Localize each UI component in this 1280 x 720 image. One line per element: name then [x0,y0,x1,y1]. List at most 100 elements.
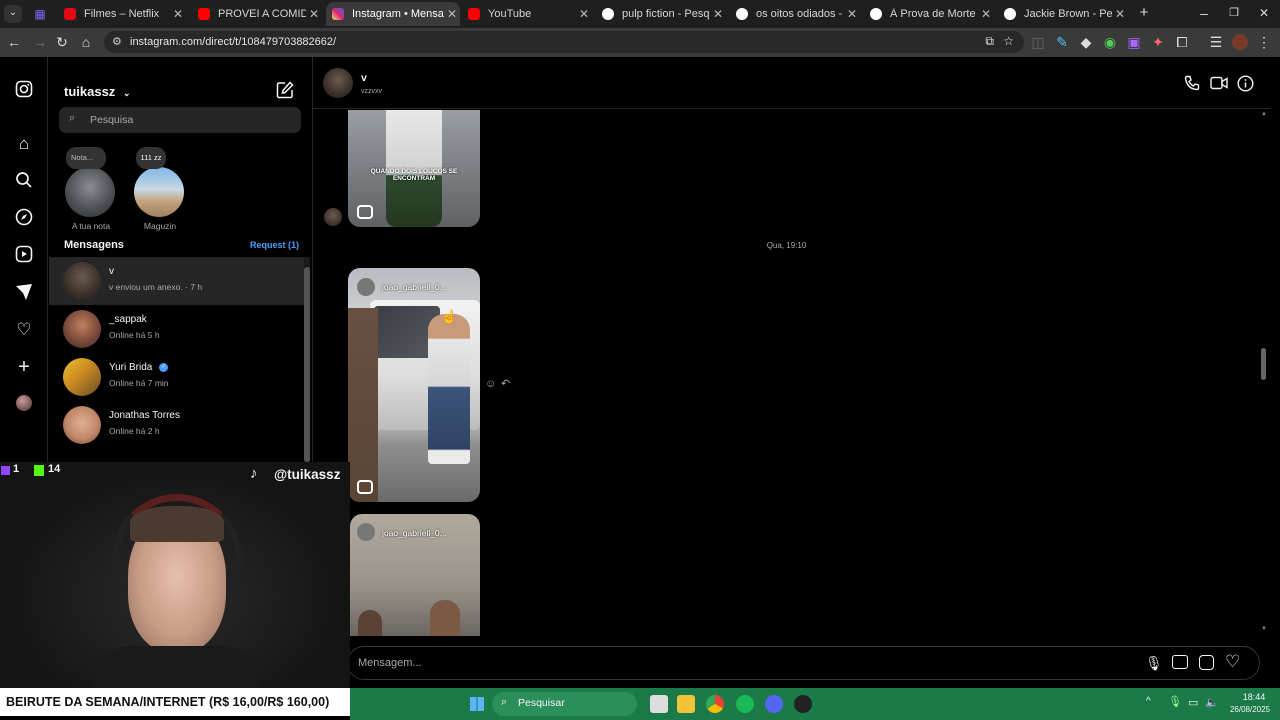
phone-call-icon[interactable] [1184,75,1202,93]
profile-avatar[interactable] [16,395,32,411]
extension-icon[interactable]: ▦ [32,6,48,22]
conversation-item[interactable]: Jonathas Torres Online há 2 h [49,401,305,449]
tab-google-oitos[interactable]: os oitos odiados - Pesqu ✕ [730,2,860,26]
image-icon[interactable] [1172,655,1188,669]
extensions-puzzle-icon[interactable]: ⧠ [1174,34,1190,50]
sticker-icon[interactable] [1199,655,1214,670]
scrollbar-thumb[interactable] [304,267,310,462]
instagram-logo-icon[interactable] [14,80,34,100]
contact-avatar[interactable] [323,68,353,98]
file-explorer-icon[interactable] [677,695,695,713]
tab-title: Instagram • Mensagens [352,8,444,20]
new-message-icon[interactable] [276,81,294,99]
note-maguzin[interactable]: 111 zz Maguzin [132,145,188,231]
conversation-item[interactable]: Yuri Brida ✓ Online há 7 min [49,353,305,401]
forward-icon[interactable]: → [32,34,48,50]
start-windows-icon[interactable] [470,697,484,711]
reply-icon[interactable]: ↶ [501,377,510,390]
close-icon[interactable]: ✕ [306,7,322,21]
close-icon[interactable]: ✕ [1112,7,1128,21]
home-icon[interactable]: ⌂ [14,134,34,154]
task-view-icon[interactable] [650,695,668,713]
chat-scrollbar[interactable]: ▲ ▼ [1258,110,1270,635]
microphone-tray-icon[interactable]: 🎙 [1168,695,1182,708]
chrome-icon[interactable] [706,695,724,713]
conversation-item[interactable]: v v enviou um anexo. · 7 h [49,257,305,305]
home-icon[interactable]: ⌂ [78,34,94,50]
restore-icon[interactable]: ❐ [1226,5,1242,21]
conversation-name: v [109,266,114,277]
close-icon[interactable]: ✕ [576,7,592,21]
contact-name[interactable]: v [361,72,367,84]
shared-reel[interactable]: QUANDO DOIS LOUCOS SE ENCONTRAM [348,110,480,227]
scroll-up-icon[interactable]: ▲ [1261,111,1267,117]
spotify-icon[interactable] [736,695,754,713]
create-icon[interactable]: + [14,357,34,377]
back-icon[interactable]: ← [6,34,22,50]
tab-google-pulp[interactable]: pulp fiction - Pesquisa G ✕ [596,2,726,26]
close-icon[interactable]: ✕ [710,7,726,21]
account-switcher[interactable]: tuikassz ⌄ [64,84,130,99]
menu-icon[interactable]: ⋮ [1256,34,1272,50]
volume-icon[interactable]: 🔈 [1205,696,1219,709]
url-field[interactable]: ⚙ instagram.com/direct/t/108479703882662… [104,31,1024,53]
notifications-heart-icon[interactable]: ♡ [14,320,34,340]
scroll-down-icon[interactable]: ▼ [1261,626,1267,632]
minimize-icon[interactable]: – [1196,5,1212,21]
extension-icon[interactable]: ✎ [1054,34,1070,50]
scrollbar[interactable] [304,257,310,462]
info-icon[interactable] [1237,75,1254,92]
react-icon[interactable]: ☺ [485,378,496,390]
extension-icon[interactable]: ✦ [1150,34,1166,50]
microphone-icon[interactable]: 🎙 [1145,655,1163,672]
note-own[interactable]: Nota... A tua nota [63,145,119,231]
close-icon[interactable]: ✕ [444,7,460,21]
close-icon[interactable]: ✕ [978,7,994,21]
tab-google-jackie[interactable]: Jackie Brown - Pesquisa ✕ [998,2,1128,26]
close-icon[interactable]: ✕ [170,7,186,21]
explore-icon[interactable] [14,208,34,228]
tab-netflix[interactable]: Filmes – Netflix ✕ [58,2,186,26]
note-bubble: 111 zz [136,147,166,169]
close-window-icon[interactable]: ✕ [1256,5,1272,21]
reload-icon[interactable]: ↻ [54,34,70,50]
shared-reel[interactable]: joao_gabriell_0... [348,268,480,502]
messages-icon[interactable] [14,283,34,303]
network-icon[interactable]: ▭ [1188,696,1198,709]
discord-icon[interactable] [765,695,783,713]
new-tab-button[interactable]: + [1136,5,1152,21]
extension-icon[interactable]: ◉ [1102,34,1118,50]
extension-icon[interactable]: ◫ [1030,34,1046,50]
profile-avatar[interactable] [1232,34,1248,50]
conversation-item[interactable]: _sappak Online há 5 h [49,305,305,353]
extension-icon[interactable]: ▣ [1126,34,1142,50]
reel-caption: QUANDO DOIS LOUCOS SE ENCONTRAM [370,168,458,182]
tab-instagram[interactable]: Instagram • Mensagens ✕ [326,2,460,26]
search-icon[interactable] [14,171,34,191]
bookmark-star-icon[interactable]: ☆ [1003,34,1014,48]
extension-icon[interactable]: ◆ [1078,34,1094,50]
reels-icon[interactable] [14,245,34,265]
clock-date[interactable]: 26/08/2025 [1220,705,1280,714]
close-icon[interactable]: ✕ [844,7,860,21]
obs-icon[interactable] [794,695,812,713]
taskbar-search[interactable]: ⌕ Pesquisar [492,692,637,716]
search-field[interactable]: ⌕ Pesquisa [59,107,301,133]
message-composer[interactable]: Mensagem... 🎙 ♡ [347,646,1260,680]
tab-search-icon[interactable]: ⌄ [4,5,22,23]
tab-google-prova[interactable]: À Prova de Morte - Pesq ✕ [864,2,994,26]
site-info-icon[interactable]: ⚙ [112,35,122,48]
show-hidden-icons-icon[interactable]: ^ [1146,696,1151,707]
shared-reel[interactable]: joao_gabriell_0... [350,514,480,636]
install-icon[interactable]: ⧉ [985,34,994,49]
like-heart-icon[interactable]: ♡ [1225,652,1240,672]
video-call-icon[interactable] [1210,75,1228,93]
reading-list-icon[interactable]: ☰ [1208,34,1224,50]
clock-time[interactable]: 18:44 [1228,692,1280,702]
conversation-list: tuikassz ⌄ ⌕ Pesquisa Nota... A tua nota… [49,57,313,462]
tab-youtube-video[interactable]: PROVEI A COMIDA MAIS ✕ [192,2,322,26]
requests-link[interactable]: Request (1) [250,240,299,250]
scrollbar-thumb[interactable] [1261,348,1266,380]
conversation-preview: Online há 7 min [109,378,169,388]
tab-youtube[interactable]: YouTube ✕ [462,2,592,26]
